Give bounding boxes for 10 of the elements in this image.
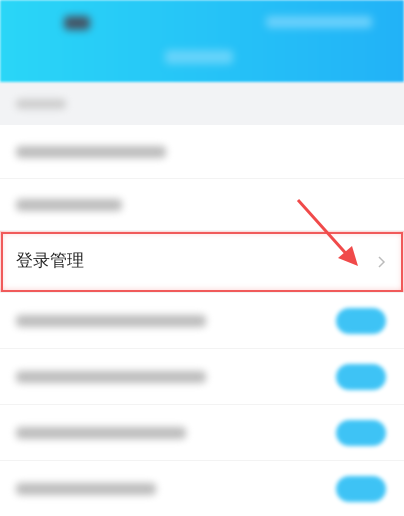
blurred-text <box>16 98 66 108</box>
chevron-icon <box>378 256 386 268</box>
toggle-switch[interactable] <box>336 364 386 390</box>
blurred-title <box>165 50 233 64</box>
blurred-icon <box>64 16 90 30</box>
toggle-switch[interactable] <box>336 308 386 334</box>
highlighted-row[interactable]: 登录管理 <box>0 231 404 293</box>
toggle-switch[interactable] <box>336 476 386 502</box>
toggle-switch[interactable] <box>336 420 386 446</box>
row-label: 登录管理 <box>16 250 84 273</box>
